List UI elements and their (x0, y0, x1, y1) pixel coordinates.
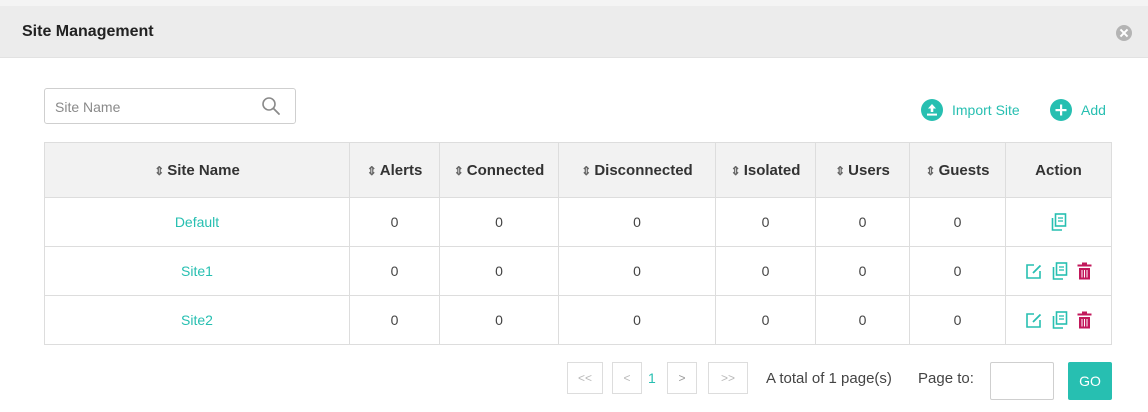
site-search-box[interactable] (44, 88, 296, 124)
add-site-button[interactable]: Add (1050, 98, 1106, 122)
connected-cell: 0 (439, 197, 559, 247)
search-icon[interactable] (261, 96, 281, 116)
disconnected-cell: 0 (558, 246, 716, 296)
sites-table: ⇕ Site Name ⇕ Alerts ⇕ Connected ⇕ Disconnec… (44, 142, 1112, 345)
close-icon[interactable] (1116, 25, 1132, 41)
site-link-default[interactable]: Default (175, 214, 219, 230)
table-row: Default 0 0 0 0 0 0 (44, 197, 1112, 247)
action-cell (1005, 295, 1112, 345)
sort-icon: ⇕ (154, 163, 165, 178)
sort-icon: ⇕ (835, 163, 846, 178)
plus-icon (1050, 99, 1072, 121)
isolated-cell: 0 (715, 246, 816, 296)
column-header-action: Action (1005, 142, 1112, 198)
site-link-site2[interactable]: Site2 (181, 312, 213, 328)
copy-icon[interactable] (1052, 311, 1068, 329)
page-number-input[interactable] (990, 362, 1054, 400)
import-site-button[interactable]: Import Site (921, 98, 1020, 122)
guests-cell: 0 (909, 197, 1006, 247)
users-cell: 0 (815, 295, 910, 345)
edit-icon[interactable] (1025, 312, 1042, 329)
table-row: Site1 0 0 0 0 0 0 (44, 246, 1112, 296)
column-header-guests[interactable]: ⇕ Guests (909, 142, 1006, 198)
alerts-cell: 0 (349, 295, 440, 345)
upload-icon (921, 99, 943, 121)
go-button[interactable]: GO (1068, 362, 1112, 400)
action-cell (1005, 246, 1112, 296)
sort-icon: ⇕ (925, 163, 936, 178)
edit-icon[interactable] (1025, 263, 1042, 280)
next-page-button[interactable]: > (667, 362, 697, 394)
sort-icon: ⇕ (453, 163, 464, 178)
copy-icon[interactable] (1051, 213, 1067, 231)
site-link-site1[interactable]: Site1 (181, 263, 213, 279)
trash-icon[interactable] (1077, 262, 1092, 280)
column-header-isolated[interactable]: ⇕ Isolated (715, 142, 816, 198)
column-header-disconnected[interactable]: ⇕ Disconnected (558, 142, 716, 198)
alerts-cell: 0 (349, 197, 440, 247)
panel-title: Site Management (22, 23, 154, 40)
connected-cell: 0 (439, 246, 559, 296)
page-total-text: A total of 1 page(s) (766, 370, 892, 387)
sort-icon: ⇕ (581, 163, 592, 178)
site-name-cell: Site1 (44, 246, 350, 296)
action-cell (1005, 197, 1112, 247)
isolated-cell: 0 (715, 197, 816, 247)
column-header-alerts[interactable]: ⇕ Alerts (349, 142, 440, 198)
connected-cell: 0 (439, 295, 559, 345)
last-page-button[interactable]: >> (708, 362, 748, 394)
disconnected-cell: 0 (558, 295, 716, 345)
copy-icon[interactable] (1052, 262, 1068, 280)
panel-header: Site Management (0, 6, 1148, 58)
column-header-connected[interactable]: ⇕ Connected (439, 142, 559, 198)
table-header-row: ⇕ Site Name ⇕ Alerts ⇕ Connected ⇕ Disconnec… (44, 142, 1112, 198)
current-page[interactable]: 1 (648, 370, 656, 386)
site-name-cell: Site2 (44, 295, 350, 345)
sort-icon: ⇕ (730, 163, 741, 178)
table-row: Site2 0 0 0 0 0 0 (44, 295, 1112, 345)
alerts-cell: 0 (349, 246, 440, 296)
guests-cell: 0 (909, 295, 1006, 345)
page-to-label: Page to: (918, 370, 974, 387)
column-header-site-name[interactable]: ⇕ Site Name (44, 142, 350, 198)
trash-icon[interactable] (1077, 311, 1092, 329)
import-site-label: Import Site (952, 102, 1020, 118)
first-page-button[interactable]: << (567, 362, 603, 394)
add-site-label: Add (1081, 102, 1106, 118)
users-cell: 0 (815, 197, 910, 247)
site-name-search-input[interactable] (53, 95, 257, 119)
prev-page-button[interactable]: < (612, 362, 642, 394)
isolated-cell: 0 (715, 295, 816, 345)
sort-icon: ⇕ (366, 163, 377, 178)
disconnected-cell: 0 (558, 197, 716, 247)
users-cell: 0 (815, 246, 910, 296)
column-header-users[interactable]: ⇕ Users (815, 142, 910, 198)
guests-cell: 0 (909, 246, 1006, 296)
site-name-cell: Default (44, 197, 350, 247)
